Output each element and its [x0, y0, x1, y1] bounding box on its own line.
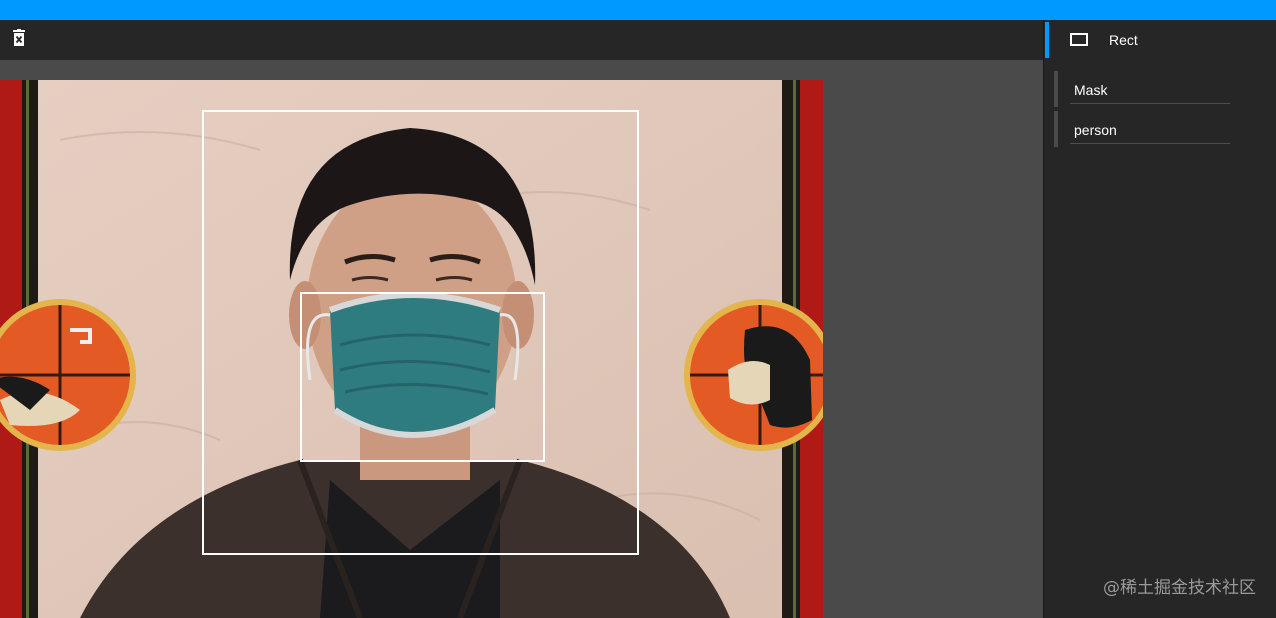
label-divider — [1070, 143, 1230, 144]
top-accent-bar — [0, 0, 1276, 20]
tool-label: Rect — [1109, 32, 1138, 48]
right-panel: Rect Mask person — [1043, 20, 1276, 618]
toolbar — [0, 20, 1043, 60]
rectangle-icon — [1070, 33, 1088, 52]
tool-active-indicator — [1045, 22, 1049, 58]
trash-icon — [12, 28, 26, 52]
bbox-mask[interactable] — [300, 292, 545, 462]
label-item-person[interactable]: person — [1054, 111, 1230, 147]
label-accent — [1054, 111, 1058, 147]
annotation-image[interactable] — [0, 80, 823, 618]
label-text: person — [1074, 122, 1117, 138]
label-divider — [1070, 103, 1230, 104]
canvas-area[interactable] — [0, 60, 1043, 618]
label-item-mask[interactable]: Mask — [1054, 71, 1230, 107]
tool-rect[interactable]: Rect — [1044, 20, 1276, 60]
delete-button[interactable] — [8, 28, 30, 52]
label-text: Mask — [1074, 82, 1108, 98]
label-accent — [1054, 71, 1058, 107]
watermark: @稀土掘金技术社区 — [1103, 578, 1256, 598]
